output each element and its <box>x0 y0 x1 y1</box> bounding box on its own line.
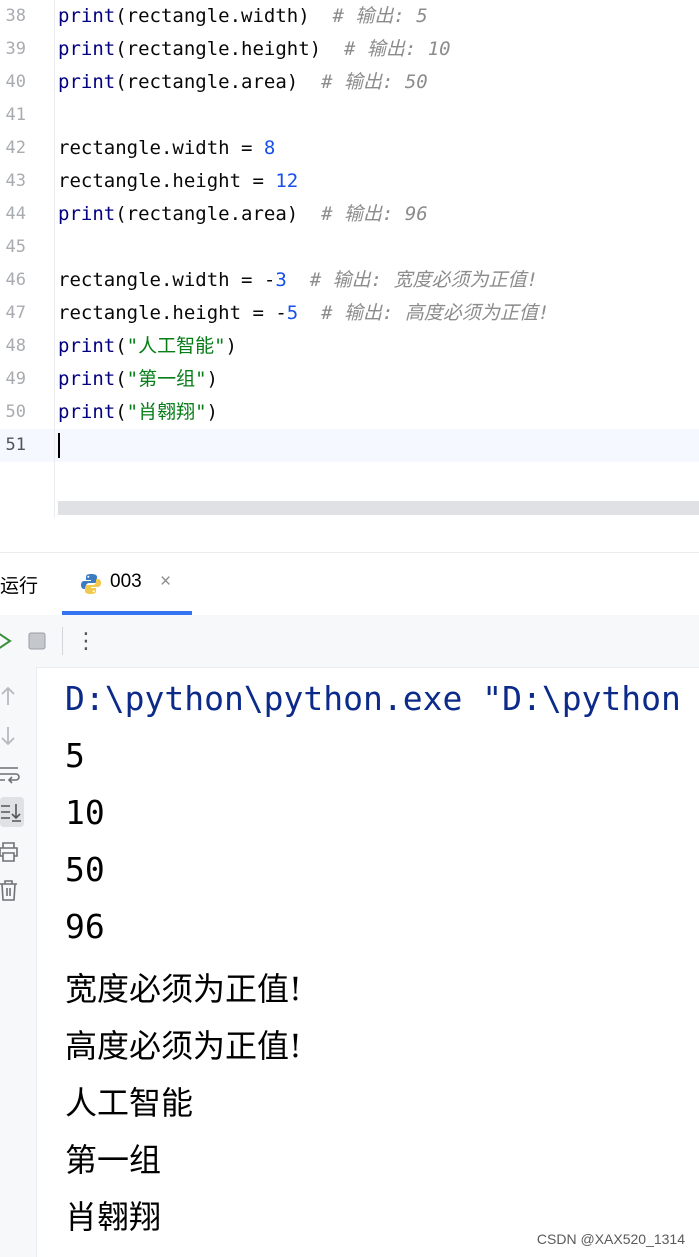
code-line[interactable]: print("人工智能") <box>58 330 237 363</box>
line-number: 51 <box>5 435 26 455</box>
line-number: 40 <box>5 72 26 92</box>
run-tab-bar: 运行 003 × <box>0 553 699 616</box>
run-panel-title: 运行 <box>0 576 39 597</box>
code-token: print <box>58 368 116 390</box>
line-number: 45 <box>5 237 26 257</box>
code-token: ) <box>225 335 237 357</box>
print-icon[interactable] <box>0 841 20 863</box>
code-token: rectangle.width = - <box>58 269 276 291</box>
line-number: 48 <box>5 336 26 356</box>
console-output-line: 人工智能 <box>65 1084 194 1122</box>
code-line[interactable]: rectangle.width = 8 <box>58 132 275 165</box>
toolbar-separator <box>62 627 63 655</box>
console-output-line: 高度必须为正值! <box>65 1027 302 1065</box>
scroll-down-icon[interactable] <box>0 725 18 747</box>
code-token: rectangle.height = - <box>58 302 287 324</box>
code-token: ( <box>115 335 127 357</box>
line-number: 42 <box>5 138 26 158</box>
stop-icon[interactable] <box>27 631 47 651</box>
code-token: # 输出: 50 <box>321 71 428 93</box>
code-token: "肖翱翔" <box>126 401 207 423</box>
rerun-icon[interactable] <box>0 629 14 653</box>
code-token: # 输出: 5 <box>332 5 428 27</box>
tab-label: 003 <box>110 571 142 592</box>
code-token: 3 <box>275 269 287 291</box>
code-token: (rectangle.width) <box>115 5 333 27</box>
code-token: # 输出: 宽度必须为正值! <box>309 269 538 291</box>
code-line[interactable]: rectangle.height = 12 <box>58 165 298 198</box>
code-line[interactable]: print(rectangle.height) # 输出: 10 <box>58 33 451 66</box>
console-output-line: 肖翱翔 <box>65 1198 162 1236</box>
code-line[interactable]: print("第一组") <box>58 363 218 396</box>
line-number: 49 <box>5 369 26 389</box>
code-line[interactable]: rectangle.height = -5 # 输出: 高度必须为正值! <box>58 297 549 330</box>
line-number-gutter: 38 39 40 41 42 43 44 45 46 47 48 49 50 51 <box>0 0 55 518</box>
console-output-line: 10 <box>65 793 105 832</box>
code-token: rectangle.width = <box>58 137 264 159</box>
code-token: print <box>58 71 116 93</box>
code-token: ) <box>206 368 218 390</box>
code-token: ) <box>206 401 218 423</box>
trash-icon[interactable] <box>0 879 20 903</box>
current-line-highlight <box>0 429 699 462</box>
run-toolbar: ⋮ <box>0 615 699 668</box>
watermark: CSDN @XAX520_1314 <box>536 1231 685 1247</box>
code-line[interactable]: print(rectangle.width) # 输出: 5 <box>58 0 428 33</box>
line-number: 44 <box>5 204 26 224</box>
code-token: "人工智能" <box>126 335 226 357</box>
text-caret <box>58 433 60 458</box>
code-token: print <box>58 38 116 60</box>
code-token: (rectangle.height) <box>115 38 344 60</box>
scroll-to-end-icon[interactable] <box>0 797 24 827</box>
console-output-line: 5 <box>65 736 85 775</box>
code-token: ( <box>115 368 127 390</box>
line-number: 50 <box>5 402 26 422</box>
code-line[interactable]: print(rectangle.area) # 输出: 96 <box>58 198 428 231</box>
console-output-line: 第一组 <box>65 1141 162 1179</box>
console-command-line: D:\python\python.exe "D:\python <box>65 679 681 718</box>
code-editor[interactable]: 38 39 40 41 42 43 44 45 46 47 48 49 50 51 print(recta… <box>0 0 699 518</box>
soft-wrap-icon[interactable] <box>0 763 22 785</box>
code-token: 5 <box>286 302 299 324</box>
code-line[interactable]: print("肖翱翔") <box>58 396 218 429</box>
code-token: (rectangle.area) <box>115 71 322 93</box>
console-output-line: 96 <box>65 907 105 946</box>
python-file-icon <box>81 574 101 594</box>
line-number: 47 <box>5 303 26 323</box>
code-token: # 输出: 96 <box>321 203 428 225</box>
code-token: 12 <box>275 170 299 192</box>
console-output-line: 宽度必须为正值! <box>65 970 302 1008</box>
code-token: print <box>58 203 116 225</box>
line-number: 39 <box>5 39 26 59</box>
code-token: print <box>58 335 116 357</box>
console-output[interactable]: D:\python\python.exe "D:\python 5 10 50 … <box>36 667 699 1257</box>
line-number: 46 <box>5 270 26 290</box>
code-token: "第一组" <box>126 368 207 390</box>
run-tool-window: 运行 003 × ⋮ D:\python\python.exe "D:\pyth… <box>0 552 699 1257</box>
line-number: 38 <box>5 6 26 26</box>
code-token: 8 <box>263 137 276 159</box>
more-icon[interactable]: ⋮ <box>75 627 97 655</box>
code-token: # 输出: 10 <box>343 38 451 60</box>
line-number: 43 <box>5 171 26 191</box>
scroll-up-icon[interactable] <box>0 685 18 707</box>
code-token: ( <box>115 401 127 423</box>
code-token: print <box>58 401 116 423</box>
code-token: (rectangle.area) <box>115 203 322 225</box>
close-icon[interactable]: × <box>160 571 171 593</box>
code-line[interactable]: print(rectangle.area) # 输出: 50 <box>58 66 428 99</box>
code-token: rectangle.height = <box>58 170 276 192</box>
horizontal-scrollbar[interactable] <box>58 501 699 515</box>
console-side-toolbar <box>0 667 37 1257</box>
tab-run-003[interactable]: 003 × <box>62 553 192 615</box>
code-token: # 输出: 高度必须为正值! <box>321 302 550 324</box>
line-number: 41 <box>5 105 26 125</box>
code-line[interactable]: rectangle.width = -3 # 输出: 宽度必须为正值! <box>58 264 538 297</box>
code-token: print <box>58 5 116 27</box>
console-output-line: 50 <box>65 850 105 889</box>
